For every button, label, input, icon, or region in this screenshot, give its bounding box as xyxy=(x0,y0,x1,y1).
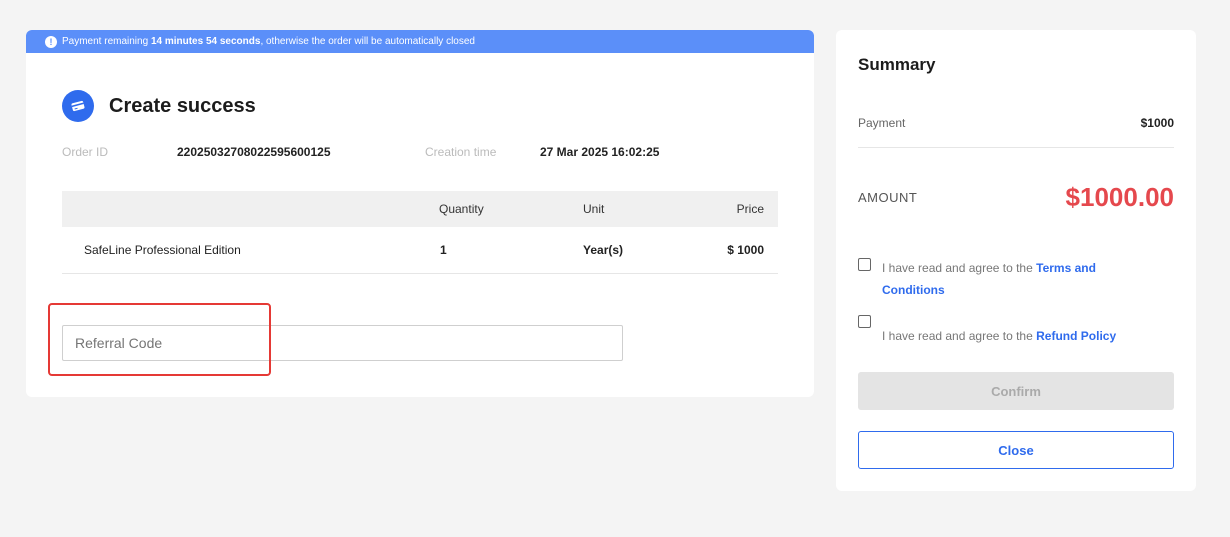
column-header-unit: Unit xyxy=(583,202,605,216)
product-price: $ 1000 xyxy=(727,243,764,257)
product-unit: Year(s) xyxy=(583,243,624,257)
amount-value: $1000.00 xyxy=(1065,182,1174,212)
summary-title: Summary xyxy=(858,55,936,74)
terms-agreement: I have read and agree to the Terms and C… xyxy=(858,257,1148,301)
payment-row: Payment $1000 xyxy=(858,116,1174,130)
column-header-price: Price xyxy=(736,202,764,216)
order-id-value: 2202503270802259560012​5 xyxy=(177,145,331,159)
payment-value: $1000 xyxy=(1140,116,1174,130)
creation-time-value: 27 Mar 2025 16:02:25 xyxy=(540,145,660,159)
order-table: Quantity Unit Price SafeLine Professiona… xyxy=(62,191,778,274)
table-row: SafeLine Professional Edition 1 Year(s) … xyxy=(62,227,778,274)
countdown: 14 minutes 54 seconds xyxy=(150,36,261,47)
refund-text: I have read and agree to the Refund Poli… xyxy=(882,329,1117,343)
payment-timer-banner: ! Payment remaining 14 minutes 54 second… xyxy=(26,30,814,53)
confirm-button[interactable]: Confirm xyxy=(858,372,1174,410)
creation-time-label: Creation time xyxy=(425,145,497,159)
credit-card-icon xyxy=(62,90,94,122)
banner-text: Payment remaining 14 minutes 54 seconds,… xyxy=(62,36,475,47)
payment-label: Payment xyxy=(858,116,906,130)
page-title: Create success xyxy=(109,94,256,117)
order-card: ! Payment remaining 14 minutes 54 second… xyxy=(26,30,814,397)
column-header-quantity: Quantity xyxy=(439,202,484,216)
title-row: Create success xyxy=(62,90,256,122)
alert-icon: ! xyxy=(45,35,57,48)
amount-row: AMOUNT $1000.00 xyxy=(858,182,1174,213)
referral-code-input[interactable] xyxy=(62,325,623,361)
amount-label: AMOUNT xyxy=(858,190,918,205)
refund-checkbox[interactable] xyxy=(858,315,871,328)
refund-policy-link[interactable]: Refund Policy xyxy=(1036,329,1116,343)
terms-checkbox[interactable] xyxy=(858,258,871,271)
product-name: SafeLine Professional Edition xyxy=(84,243,241,257)
summary-panel: Summary Payment $1000 AMOUNT $1000.00 I … xyxy=(836,30,1196,491)
close-button[interactable]: Close xyxy=(858,431,1174,469)
divider xyxy=(858,147,1174,148)
terms-text: I have read and agree to the Terms and C… xyxy=(882,261,1096,297)
table-header: Quantity Unit Price xyxy=(62,191,778,227)
order-id-label: Order ID xyxy=(62,145,109,159)
product-quantity: 1 xyxy=(440,243,447,257)
refund-agreement: I have read and agree to the Refund Poli… xyxy=(858,314,1174,347)
